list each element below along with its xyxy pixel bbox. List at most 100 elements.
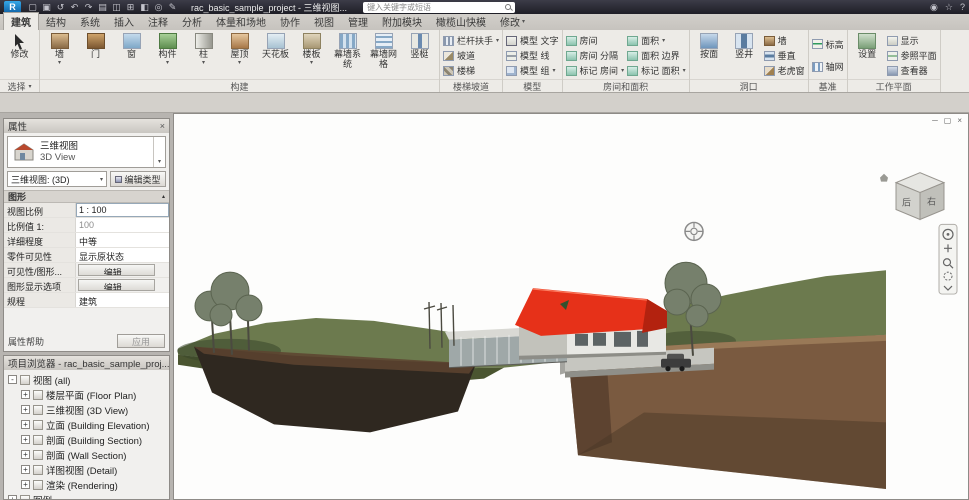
- tree-expander-icon[interactable]: -: [8, 375, 17, 384]
- close-icon[interactable]: ×: [156, 121, 165, 131]
- ribbon-tab[interactable]: 橄榄山快模▾: [429, 13, 493, 30]
- ribbon-small-button[interactable]: 栏杆扶手 ▾: [443, 35, 499, 47]
- ribbon-small-button[interactable]: 模型 线 ▾: [506, 50, 559, 62]
- qat-icon[interactable]: ◎: [152, 1, 165, 13]
- ribbon-button[interactable]: 构件 ▾: [151, 32, 184, 79]
- tree-expander-icon[interactable]: +: [21, 405, 30, 414]
- ribbon-button[interactable]: 屋顶 ▾: [223, 32, 256, 79]
- property-value[interactable]: 编辑...: [78, 279, 155, 291]
- tree-item[interactable]: - 视图 (all): [4, 372, 169, 387]
- ribbon-button[interactable]: 窗 ▾: [115, 32, 148, 79]
- ribbon-small-button[interactable]: 查看器 ▾: [887, 65, 937, 77]
- ribbon-tab[interactable]: 结构▾: [39, 13, 73, 30]
- ribbon-small-button[interactable]: 房间 ▾: [566, 35, 625, 47]
- tree-item[interactable]: + 三维视图 (3D View): [4, 402, 169, 417]
- tree-item[interactable]: + 剖面 (Building Section): [4, 432, 169, 447]
- qat-icon[interactable]: ⊞: [124, 1, 137, 13]
- tree-expander-icon[interactable]: +: [21, 420, 30, 429]
- qat-icon[interactable]: ↶: [68, 1, 81, 13]
- ribbon-small-button[interactable]: 坡道 ▾: [443, 50, 499, 62]
- qat-icon[interactable]: ▤: [96, 1, 109, 13]
- ribbon-tab[interactable]: 系统▾: [73, 13, 107, 30]
- qat-icon[interactable]: ↺: [54, 1, 67, 13]
- ribbon-button[interactable]: 幕墙系统 ▾: [331, 32, 364, 79]
- titlebar-icon[interactable]: ◉: [930, 2, 938, 13]
- set-workplane-button[interactable]: 设置: [851, 32, 884, 79]
- ribbon-button[interactable]: 竖梃 ▾: [403, 32, 436, 79]
- tree-item[interactable]: + 图例: [4, 492, 169, 499]
- tree-item[interactable]: + 详图视图 (Detail): [4, 462, 169, 477]
- qat-icon[interactable]: ◧: [138, 1, 151, 13]
- ribbon-small-button[interactable]: 墙 ▾: [764, 35, 805, 47]
- ribbon-small-button[interactable]: 楼梯 ▾: [443, 65, 499, 77]
- property-value[interactable]: 1 : 100: [76, 203, 169, 217]
- ribbon-tab[interactable]: 注释▾: [141, 13, 175, 30]
- tree-item[interactable]: + 楼层平面 (Floor Plan): [4, 387, 169, 402]
- ribbon-tab[interactable]: 修改▾: [493, 13, 532, 30]
- graphics-section-header[interactable]: 图形 ▴: [4, 190, 169, 203]
- qat-icon[interactable]: ◫: [110, 1, 123, 13]
- ribbon-small-button[interactable]: 模型 组 ▾: [506, 65, 559, 77]
- ribbon-button[interactable]: 门 ▾: [79, 32, 112, 79]
- view-window-control-icon[interactable]: ─: [932, 117, 938, 125]
- properties-help-link[interactable]: 属性帮助: [8, 335, 44, 348]
- ribbon-button[interactable]: 楼板 ▾: [295, 32, 328, 79]
- property-value[interactable]: 中等: [76, 233, 169, 247]
- ribbon-small-button[interactable]: 参照平面 ▾: [887, 50, 937, 62]
- viewcube-home-icon[interactable]: [880, 174, 888, 182]
- ribbon-tab[interactable]: 建筑▾: [3, 12, 39, 30]
- ribbon-button[interactable]: 柱 ▾: [187, 32, 220, 79]
- view-window-control-icon[interactable]: ×: [957, 117, 962, 125]
- tree-expander-icon[interactable]: +: [8, 495, 17, 499]
- ribbon-tab[interactable]: 协作▾: [273, 13, 307, 30]
- edit-type-button[interactable]: 编辑类型: [110, 171, 166, 187]
- view-selector-combo[interactable]: 三维视图: (3D)▾: [7, 171, 107, 187]
- ribbon-tab[interactable]: 插入▾: [107, 13, 141, 30]
- drawing-area[interactable]: 后 右 ─ ▢ ×: [173, 113, 969, 500]
- ribbon-tab[interactable]: 管理▾: [341, 13, 375, 30]
- tree-expander-icon[interactable]: +: [21, 465, 30, 474]
- view-window-control-icon[interactable]: ▢: [944, 117, 952, 125]
- property-value[interactable]: 编辑...: [78, 264, 155, 276]
- ribbon-small-button[interactable]: 面积 ▾: [627, 35, 686, 47]
- ribbon-tab[interactable]: 附加模块▾: [375, 13, 429, 30]
- type-selector[interactable]: 三维视图3D View ▾: [7, 136, 166, 168]
- ribbon-tab[interactable]: 分析▾: [175, 13, 209, 30]
- navigation-bar[interactable]: [939, 224, 957, 294]
- titlebar-icon[interactable]: ?: [960, 2, 965, 12]
- ribbon-small-button[interactable]: 老虎窗 ▾: [764, 65, 805, 77]
- ribbon-small-button[interactable]: 面积 边界 ▾: [627, 50, 686, 62]
- ribbon-small-button[interactable]: 显示 ▾: [887, 35, 937, 47]
- tree-expander-icon[interactable]: +: [21, 435, 30, 444]
- property-value[interactable]: 100: [76, 218, 169, 232]
- tree-item[interactable]: + 渲染 (Rendering): [4, 477, 169, 492]
- ribbon-small-button[interactable]: 标高 ▾: [812, 38, 844, 50]
- property-value[interactable]: 显示原状态: [76, 248, 169, 262]
- tree-expander-icon[interactable]: +: [21, 480, 30, 489]
- properties-header[interactable]: 属性 ×: [4, 119, 169, 133]
- ribbon-small-button[interactable]: 标记 面积 ▾: [627, 65, 686, 77]
- tree-item[interactable]: + 剖面 (Wall Section): [4, 447, 169, 462]
- property-value[interactable]: 建筑: [76, 293, 169, 307]
- viewcube[interactable]: 后 右: [880, 173, 944, 220]
- steering-wheel-icon[interactable]: [685, 222, 703, 240]
- project-browser-header[interactable]: 项目浏览器 - rac_basic_sample_proj... ×: [4, 356, 169, 370]
- ribbon-small-button[interactable]: 轴网 ▾: [812, 61, 844, 73]
- search-box[interactable]: 键入关键字或短语: [363, 2, 515, 13]
- ribbon-button[interactable]: 天花板 ▾: [259, 32, 292, 79]
- ribbon-small-button[interactable]: 房间 分隔 ▾: [566, 50, 625, 62]
- ribbon-button[interactable]: 墙 ▾: [43, 32, 76, 79]
- ribbon-tab[interactable]: 视图▾: [307, 13, 341, 30]
- ribbon-tab[interactable]: 体量和场地▾: [209, 13, 273, 30]
- ribbon-small-button[interactable]: 标记 房间 ▾: [566, 65, 625, 77]
- ribbon-button[interactable]: 幕墙网格 ▾: [367, 32, 400, 79]
- panel-label-select[interactable]: 选择▾: [0, 79, 39, 92]
- qat-icon[interactable]: ✎: [166, 1, 179, 13]
- tree-item[interactable]: + 立面 (Building Elevation): [4, 417, 169, 432]
- roof[interactable]: [515, 288, 667, 336]
- qat-icon[interactable]: ▣: [40, 1, 53, 13]
- tree-expander-icon[interactable]: +: [21, 450, 30, 459]
- qat-icon[interactable]: ↷: [82, 1, 95, 13]
- ribbon-button[interactable]: 竖井 ▾: [728, 32, 761, 79]
- titlebar-icon[interactable]: ☆: [945, 2, 953, 13]
